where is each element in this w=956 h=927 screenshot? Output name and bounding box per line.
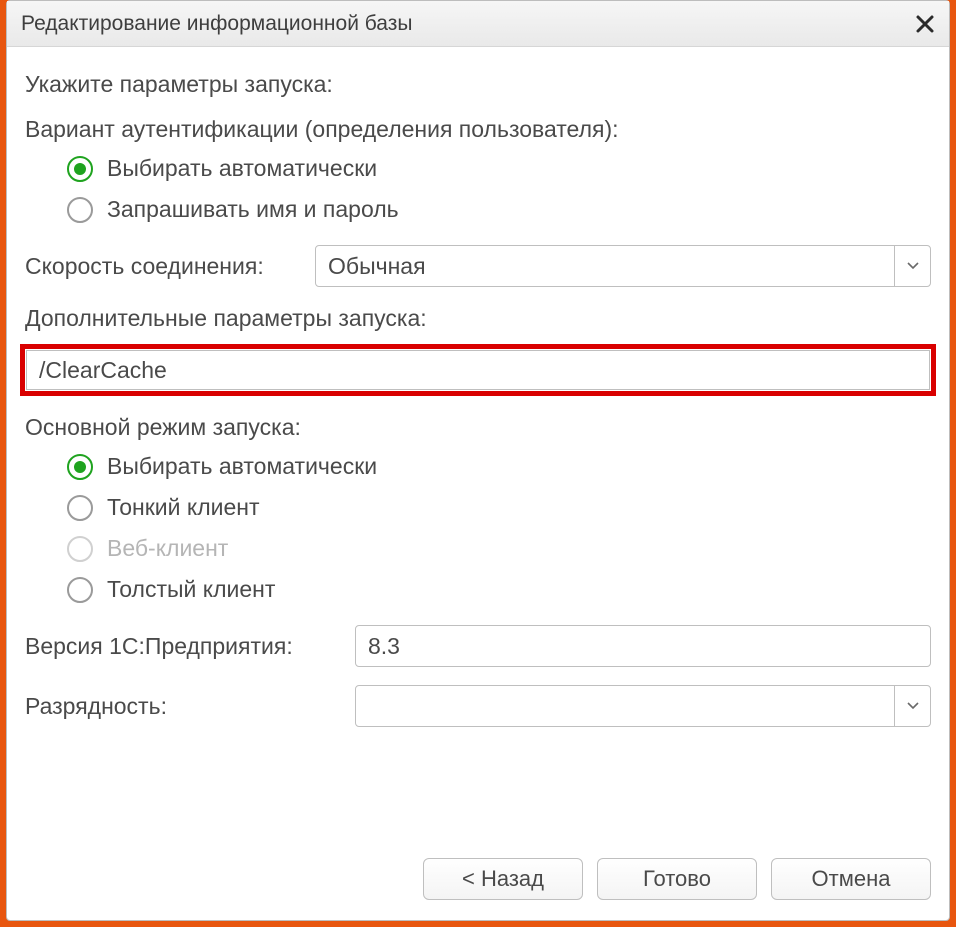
input-connection-speed[interactable] — [316, 246, 894, 286]
radio-group-launch-mode: Выбирать автоматически Тонкий клиент Веб… — [67, 453, 931, 603]
dialog-footer: < Назад Готово Отмена — [7, 850, 949, 920]
input-extra-params[interactable] — [26, 350, 930, 390]
close-button[interactable] — [911, 10, 939, 38]
dropdown-button[interactable] — [894, 246, 930, 286]
row-bitness: Разрядность: — [25, 685, 931, 727]
radio-label: Толстый клиент — [107, 576, 275, 603]
radio-mode-auto[interactable]: Выбирать автоматически — [67, 453, 931, 480]
input-version[interactable] — [355, 625, 931, 667]
titlebar: Редактирование информационной базы — [7, 1, 949, 47]
radio-label: Выбирать автоматически — [107, 155, 377, 182]
dialog-title: Редактирование информационной базы — [21, 12, 911, 36]
radio-icon — [67, 197, 93, 223]
dialog-edit-infobase: Редактирование информационной базы Укажи… — [6, 0, 950, 921]
close-icon — [915, 14, 935, 34]
combo-bitness[interactable] — [355, 685, 931, 727]
finish-button[interactable]: Готово — [597, 858, 757, 900]
label-extra-params: Дополнительные параметры запуска: — [25, 305, 931, 332]
label-connection-speed: Скорость соединения: — [25, 253, 315, 280]
radio-label: Выбирать автоматически — [107, 453, 377, 480]
radio-icon — [67, 577, 93, 603]
label-launch-mode: Основной режим запуска: — [25, 414, 931, 441]
cancel-button[interactable]: Отмена — [771, 858, 931, 900]
radio-mode-thick[interactable]: Толстый клиент — [67, 576, 931, 603]
back-button[interactable]: < Назад — [423, 858, 583, 900]
row-version: Версия 1С:Предприятия: — [25, 625, 931, 667]
radio-icon — [67, 536, 93, 562]
label-auth-variant: Вариант аутентификации (определения поль… — [25, 116, 931, 143]
radio-mode-web: Веб-клиент — [67, 535, 931, 562]
label-version: Версия 1С:Предприятия: — [25, 633, 355, 660]
radio-group-auth: Выбирать автоматически Запрашивать имя и… — [67, 155, 931, 223]
radio-label: Веб-клиент — [107, 535, 228, 562]
row-connection-speed: Скорость соединения: — [25, 245, 931, 287]
chevron-down-icon — [907, 702, 919, 710]
label-bitness: Разрядность: — [25, 693, 355, 720]
radio-icon — [67, 156, 93, 182]
input-bitness[interactable] — [356, 686, 894, 726]
radio-mode-thin[interactable]: Тонкий клиент — [67, 494, 931, 521]
dropdown-button[interactable] — [894, 686, 930, 726]
dialog-content: Укажите параметры запуска: Вариант аутен… — [7, 47, 949, 850]
radio-auth-prompt[interactable]: Запрашивать имя и пароль — [67, 196, 931, 223]
radio-label: Запрашивать имя и пароль — [107, 196, 399, 223]
radio-icon — [67, 495, 93, 521]
radio-label: Тонкий клиент — [107, 494, 260, 521]
radio-icon — [67, 454, 93, 480]
chevron-down-icon — [907, 262, 919, 270]
heading-startup-params: Укажите параметры запуска: — [25, 71, 931, 98]
combo-connection-speed[interactable] — [315, 245, 931, 287]
radio-auth-auto[interactable]: Выбирать автоматически — [67, 155, 931, 182]
highlighted-extra-params — [20, 344, 936, 396]
